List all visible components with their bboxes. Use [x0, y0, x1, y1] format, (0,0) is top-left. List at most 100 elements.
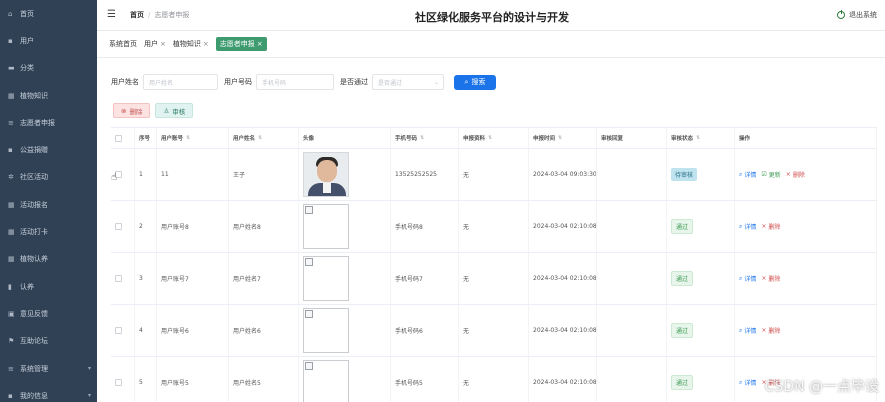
chevron-down-icon: ⌄	[433, 78, 439, 86]
detail-button[interactable]: ⌕ 详情	[739, 274, 757, 284]
passed-select[interactable]: 是否通过 ⌄	[372, 74, 444, 90]
detail-button-label: 详情	[744, 276, 757, 283]
sidebar-item[interactable]: ▦ 活动报名	[0, 191, 97, 218]
breadcrumb-home[interactable]: 首页	[130, 11, 144, 19]
column-header[interactable]: 审核回复	[597, 128, 667, 148]
tab-label: 用户	[144, 40, 158, 48]
cell-status: 通过	[667, 201, 735, 252]
donate-icon: ▪	[8, 146, 13, 155]
sidebar-item[interactable]: ≡ 系统管理 ▾	[0, 355, 97, 382]
column-header[interactable]: 审核状态 ⇅	[667, 128, 735, 148]
sort-icon[interactable]: ⇅	[258, 135, 262, 141]
table-row[interactable]: 1 11 王子 13525252525 无 2024-03-04 09:03:30 待审核 ⌕…	[111, 149, 877, 201]
column-header[interactable]: 手机号码 ⇅	[391, 128, 459, 148]
sidebar-item[interactable]: ▪ 我的信息 ▾	[0, 382, 97, 402]
delete-button[interactable]: × 删除	[761, 222, 780, 231]
tab-item[interactable]: 志愿者申报 ×	[215, 37, 267, 51]
column-header-label: 申报资料	[463, 136, 486, 142]
sidebar-item[interactable]: ▮ 认养	[0, 273, 97, 300]
column-header-label: 序号	[139, 136, 151, 142]
profile-icon: ▪	[8, 391, 13, 400]
sort-icon[interactable]: ⇅	[696, 135, 700, 141]
cell-index-text: 4	[139, 327, 143, 334]
tab-item[interactable]: 植物知识 ×	[173, 37, 209, 51]
sort-icon[interactable]: ⇅	[488, 135, 492, 141]
sidebar-item[interactable]: ✲ 社区活动	[0, 164, 97, 191]
batch-delete-button[interactable]: ⊗ 删除	[113, 103, 151, 118]
row-checkbox-cell	[111, 253, 135, 304]
tab-item[interactable]: 用户 ×	[144, 37, 166, 51]
broken-image-icon	[303, 360, 349, 402]
sort-icon[interactable]: ⇅	[420, 135, 424, 141]
sidebar-item[interactable]: ▪ 公益捐赠	[0, 136, 97, 163]
column-header-label: 审核回复	[601, 136, 624, 142]
cell-avatar	[299, 149, 391, 200]
delete-button[interactable]: × 删除	[761, 326, 780, 335]
column-header[interactable]: 用户姓名 ⇅	[229, 128, 299, 148]
sidebar-item[interactable]: ▦ 植物知识	[0, 82, 97, 109]
table-row[interactable]: 2 用户账号8 用户姓名8 手机号码8 无 2024-03-04 02:10:08 通过 ⌕ 详…	[111, 201, 877, 253]
username-input[interactable]: 用户姓名	[143, 74, 218, 90]
sort-icon[interactable]: ⇅	[186, 135, 190, 141]
search-icon: ⌕	[739, 170, 743, 178]
detail-button[interactable]: ⌕ 详情	[739, 378, 756, 388]
cell-name: 用户姓名6	[229, 305, 299, 356]
column-header[interactable]: 申报资料 ⇅	[459, 128, 529, 148]
delete-button[interactable]: × 删除	[786, 170, 805, 179]
column-header[interactable]: 序号	[135, 128, 157, 148]
column-header[interactable]: 申报时间 ⇅	[529, 128, 597, 148]
table-row[interactable]: 5 用户账号5 用户姓名5 手机号码5 无 2024-03-04 02:10:08 通过 ⌕ 详…	[111, 357, 877, 402]
search-button-label: 搜索	[471, 78, 486, 86]
logout-button[interactable]: 退出系统	[837, 10, 877, 20]
page-title: 社区绿化服务平台的设计与开发	[415, 11, 569, 24]
table-row[interactable]: 4 用户账号6 用户姓名6 手机号码6 无 2024-03-04 02:10:08 通过 ⌕ 详…	[111, 305, 877, 357]
broken-image-icon	[303, 204, 349, 249]
detail-button[interactable]: ⌕ 详情	[739, 170, 757, 180]
sidebar-item[interactable]: ▦ 植物认养	[0, 246, 97, 273]
sidebar-item[interactable]: ⚑ 互助论坛	[0, 328, 97, 355]
search-button[interactable]: ⌕ 搜索	[454, 74, 496, 90]
sidebar-item-label: 社区活动	[20, 173, 48, 182]
cell-avatar	[299, 305, 391, 356]
sort-icon[interactable]: ⇅	[558, 135, 562, 141]
close-icon[interactable]: ×	[160, 40, 166, 48]
sidebar-item[interactable]: ⌂ 首页	[0, 0, 97, 27]
delete-button[interactable]: × 删除	[761, 274, 780, 283]
edit-button[interactable]: ☑ 更新	[761, 170, 780, 179]
sidebar-item-label: 活动打卡	[20, 228, 48, 237]
detail-button[interactable]: ⌕ 详情	[739, 222, 756, 232]
detail-button[interactable]: ⌕ 详情	[739, 326, 756, 336]
row-checkbox[interactable]	[115, 275, 122, 282]
column-header[interactable]: 用户账号 ⇅	[157, 128, 229, 148]
batch-audit-button[interactable]: ♙ 审核	[155, 103, 194, 118]
table-row[interactable]: 3 用户账号7 用户姓名7 手机号码7 无 2024-03-04 02:10:08 通过 ⌕ 详…	[111, 253, 877, 305]
cell-material-text: 无	[463, 224, 470, 231]
tab-item[interactable]: 系统首页	[109, 37, 137, 51]
close-icon[interactable]: ×	[203, 40, 209, 48]
row-checkbox[interactable]	[115, 379, 122, 386]
row-actions: ⌕ 详情 ☑ 更新 × 删除	[739, 170, 810, 180]
chevron-down-icon: ▾	[87, 392, 91, 400]
sidebar-item[interactable]: ▬ 分类	[0, 55, 97, 82]
column-header[interactable]: 头像	[299, 128, 391, 148]
sidebar-item[interactable]: ≡ 志愿者申报	[0, 109, 97, 136]
menu-toggle-icon[interactable]: ☰	[107, 9, 116, 20]
phone-input[interactable]: 手机号码	[256, 74, 334, 90]
sidebar-item-label: 我的信息	[20, 391, 48, 400]
sidebar-item[interactable]: ▣ 意见反馈	[0, 300, 97, 327]
detail-button-label: 详情	[744, 172, 757, 179]
settings-icon: ≡	[8, 364, 14, 373]
close-icon: ×	[785, 171, 791, 178]
adoption-icon: ▮	[8, 282, 12, 291]
row-checkbox[interactable]	[115, 327, 122, 334]
select-all-checkbox[interactable]	[115, 134, 122, 142]
sidebar-item-label: 活动报名	[20, 200, 48, 209]
sidebar-item[interactable]: ▪ 用户	[0, 27, 97, 54]
cell-index: 2	[135, 201, 157, 252]
delete-button-label: 删除	[768, 328, 781, 335]
cell-material: 无	[459, 305, 529, 356]
close-icon[interactable]: ×	[257, 40, 263, 48]
sidebar-item[interactable]: ▦ 活动打卡	[0, 218, 97, 245]
column-header[interactable]: 操作	[735, 128, 877, 148]
row-checkbox[interactable]	[115, 223, 122, 230]
